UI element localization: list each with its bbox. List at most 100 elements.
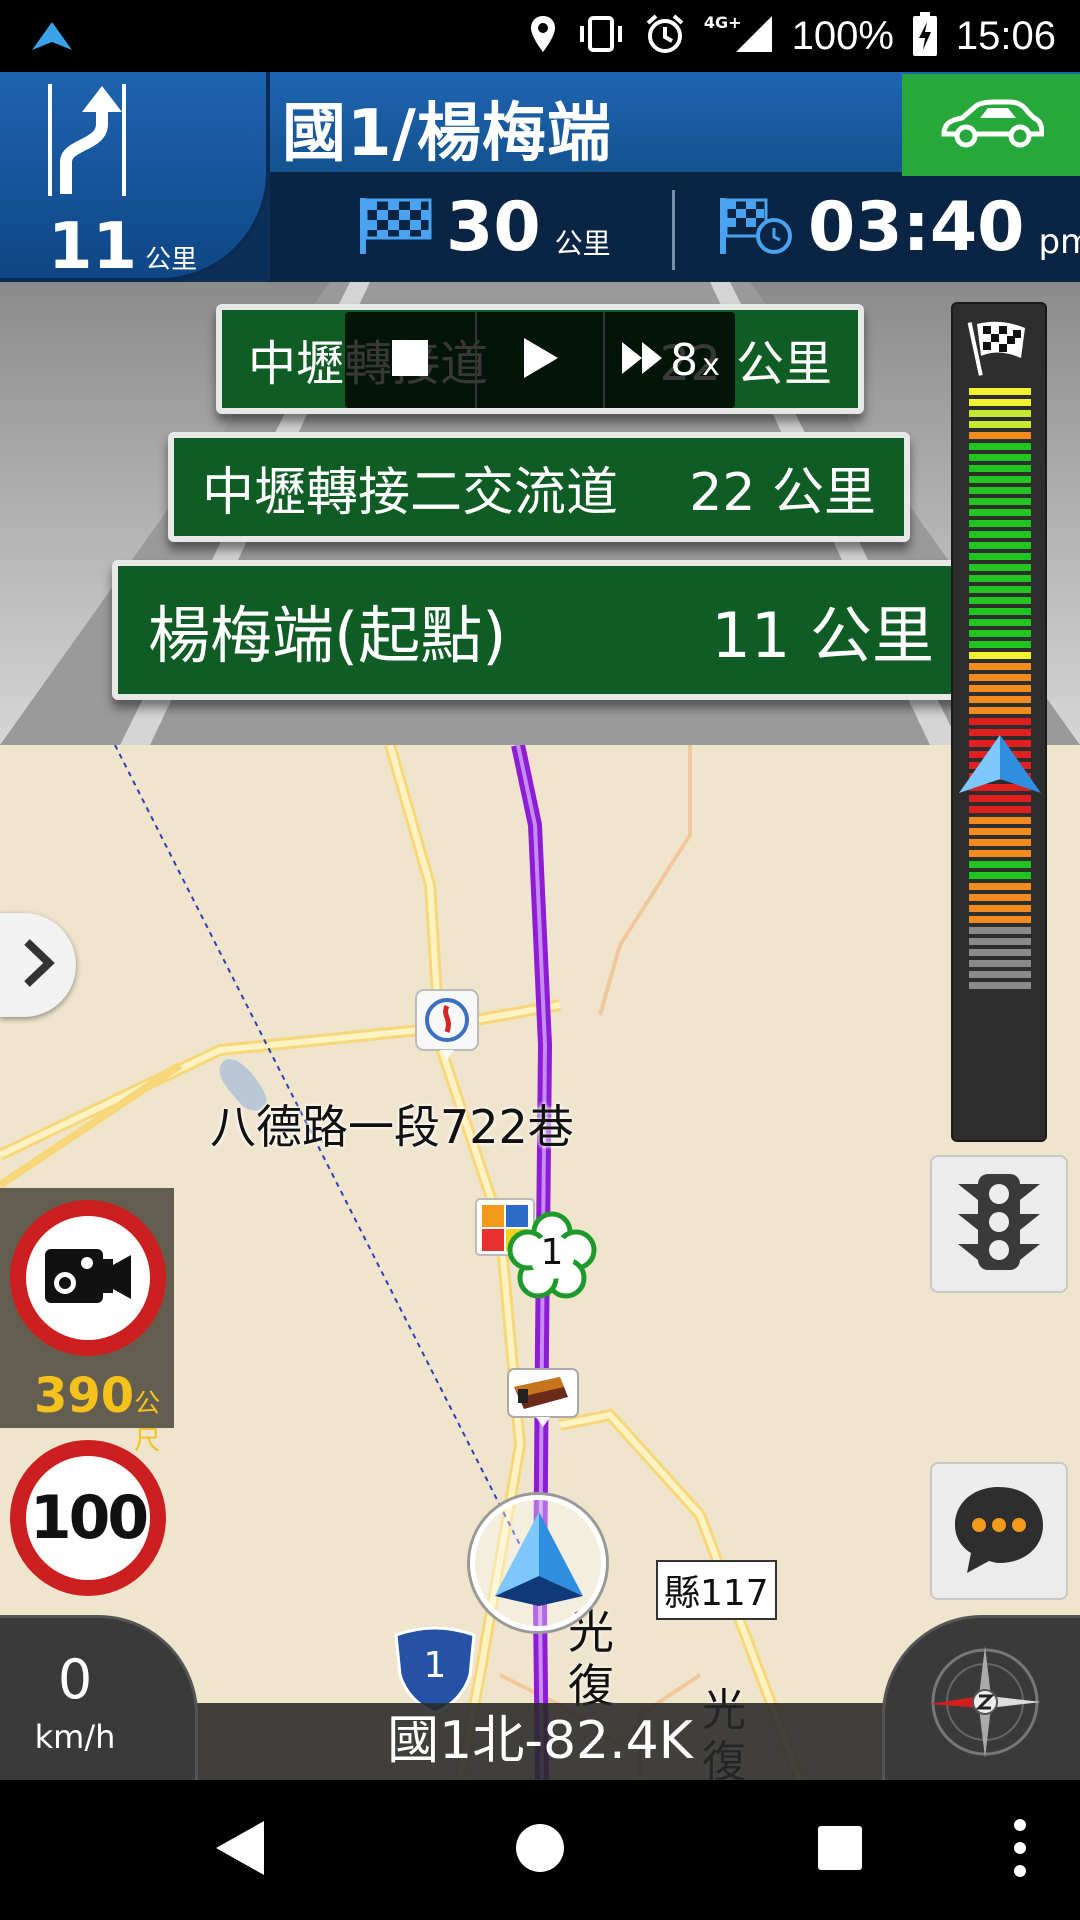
- traffic-segment: [969, 806, 1031, 813]
- remaining-distance-value: 30: [446, 187, 541, 267]
- traffic-segment: [969, 553, 1031, 560]
- eta-suffix: pm: [1038, 222, 1080, 262]
- gas-station-poi-icon[interactable]: [414, 988, 480, 1066]
- traffic-segment: [969, 575, 1031, 582]
- traffic-segment: [969, 960, 1031, 967]
- traffic-segment: [969, 531, 1031, 538]
- traffic-segment: [969, 663, 1031, 670]
- speed-limit-sign: 100: [10, 1440, 166, 1596]
- next-road-name: 國1/楊梅端: [282, 97, 612, 171]
- traffic-segments: [969, 388, 1031, 993]
- alarm-icon: [644, 13, 686, 59]
- vertical-dots-icon: [1013, 1818, 1027, 1882]
- traffic-segment: [969, 894, 1031, 901]
- chat-bubble-icon: [949, 1481, 1049, 1581]
- traffic-segment: [969, 630, 1031, 637]
- traffic-segment: [969, 520, 1031, 527]
- trip-stats: 30 公里 03:40 pm: [270, 172, 1080, 282]
- compass-icon: [915, 1632, 1055, 1776]
- sign-near-name: 楊梅端(起點): [148, 599, 507, 672]
- recents-square-icon: [816, 1824, 864, 1876]
- speed-camera-map-icon[interactable]: [506, 1367, 580, 1433]
- traffic-segment: [969, 839, 1031, 846]
- traffic-segment: [969, 476, 1031, 483]
- fast-forward-icon: [620, 340, 666, 380]
- stop-button[interactable]: [345, 312, 477, 408]
- camera-distance-unit: 公尺: [134, 1389, 161, 1456]
- camera-icon: [43, 1241, 133, 1315]
- traffic-segment: [969, 443, 1031, 450]
- place-label: 光復: [568, 1605, 614, 1713]
- county-road-label: 縣117: [656, 1560, 777, 1620]
- traffic-info-button[interactable]: [930, 1155, 1068, 1293]
- traffic-segment: [969, 982, 1031, 989]
- speed-camera-alert: 390 公尺: [0, 1188, 174, 1456]
- location-icon: [528, 14, 558, 58]
- highway-shield: 1: [392, 1625, 478, 1715]
- traffic-segment: [969, 608, 1031, 615]
- fast-forward-button[interactable]: 8 x: [605, 312, 735, 408]
- sign-mid-name: 中壢轉接二交流道: [202, 462, 619, 523]
- traffic-segment: [969, 564, 1031, 571]
- traffic-segment: [969, 465, 1031, 472]
- play-button[interactable]: [477, 312, 605, 408]
- traffic-segment: [969, 817, 1031, 824]
- destination-flag-icon: [967, 318, 1031, 382]
- traffic-segment: [969, 674, 1031, 681]
- traffic-segment: [969, 432, 1031, 439]
- poi-cluster-count: 1: [540, 1232, 564, 1273]
- vehicle-mode-button[interactable]: [902, 74, 1080, 176]
- highway-shield-number: 1: [423, 1645, 447, 1686]
- traffic-segment: [969, 542, 1031, 549]
- battery-charging-icon: [912, 12, 938, 60]
- sign-mid-distance: 22 公里: [689, 462, 876, 523]
- traffic-light-icon: [954, 1170, 1044, 1278]
- traffic-segment: [969, 399, 1031, 406]
- poi-cluster-marker[interactable]: 1: [506, 1210, 598, 1302]
- current-speed: 0: [57, 1648, 93, 1711]
- car-icon: [938, 98, 1045, 152]
- back-button[interactable]: [190, 1780, 290, 1920]
- stop-icon: [390, 338, 430, 382]
- traffic-segment: [969, 938, 1031, 945]
- traffic-segment: [969, 949, 1031, 956]
- traffic-segment: [969, 861, 1031, 868]
- traffic-segment: [969, 586, 1031, 593]
- speed-camera-sign: [10, 1200, 166, 1356]
- traffic-segment: [969, 498, 1031, 505]
- traffic-segment: [969, 872, 1031, 879]
- checkered-flag-icon: [358, 196, 432, 258]
- camera-distance-value: 390: [34, 1368, 135, 1424]
- network-type: 4G+: [703, 12, 742, 32]
- traffic-segment: [969, 971, 1031, 978]
- battery-percent: 100%: [791, 13, 894, 58]
- traffic-segment: [969, 707, 1031, 714]
- remaining-distance-unit: 公里: [554, 227, 611, 260]
- vibrate-icon: [576, 14, 626, 58]
- traffic-segment: [969, 883, 1031, 890]
- street-label: 八德路一段722巷: [210, 1100, 574, 1154]
- recents-button[interactable]: [790, 1780, 890, 1920]
- traffic-segment: [969, 718, 1031, 725]
- highway-sign-mid: 中壢轉接二交流道 22 公里: [168, 432, 910, 542]
- traffic-segment: [969, 685, 1031, 692]
- traffic-segment: [969, 410, 1031, 417]
- traffic-position-arrow-icon: [957, 733, 1043, 799]
- traffic-segment: [969, 421, 1031, 428]
- play-icon: [520, 336, 560, 384]
- messages-button[interactable]: [930, 1462, 1068, 1600]
- playback-speed: 8: [670, 334, 699, 386]
- traffic-segment: [969, 641, 1031, 648]
- chevron-right-icon: [21, 938, 55, 992]
- traffic-segment: [969, 597, 1031, 604]
- turn-distance-value: 11: [48, 210, 138, 284]
- navigation-arrow-icon: [489, 1510, 589, 1614]
- next-turn-panel[interactable]: 11 公里: [0, 72, 270, 284]
- remaining-distance: 30 公里: [358, 172, 611, 282]
- more-options-button[interactable]: [990, 1780, 1050, 1920]
- home-circle-icon: [514, 1822, 566, 1878]
- eta-flag-clock-icon: [718, 196, 794, 258]
- sign-near-distance: 11 公里: [711, 599, 934, 672]
- home-button[interactable]: [490, 1780, 590, 1920]
- highway-sign-view: 中壢轉接道 22 公里 中壢轉接二交流道 22 公里 楊梅端(起點) 11 公里…: [0, 282, 1080, 745]
